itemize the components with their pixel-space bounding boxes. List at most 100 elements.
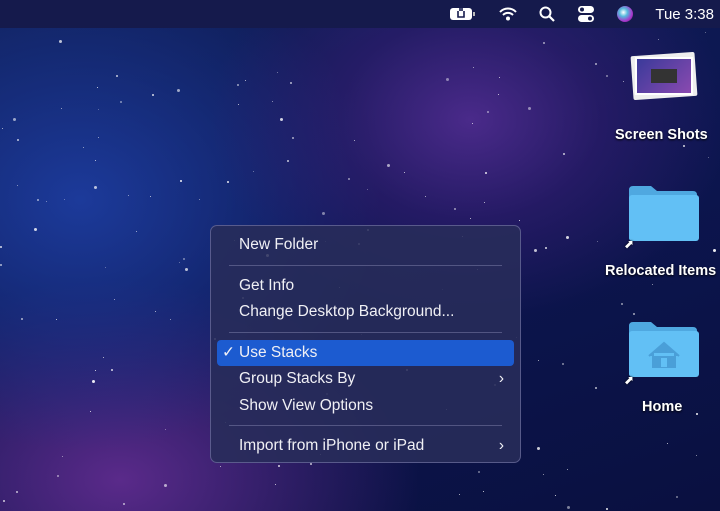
star (15, 490, 18, 493)
star (367, 188, 369, 190)
star (46, 200, 48, 202)
clock[interactable]: Tue 3:38 (655, 6, 714, 23)
star (543, 41, 546, 44)
checkmark-icon: ✓ (222, 343, 235, 361)
star (97, 137, 99, 139)
control-center-icon[interactable] (577, 5, 595, 23)
menu-item-group-stacks-by[interactable]: Group Stacks By › (217, 366, 514, 393)
star (136, 231, 138, 233)
star (275, 484, 277, 486)
star (184, 268, 188, 272)
star (16, 138, 19, 141)
spotlight-search-icon[interactable] (539, 6, 556, 22)
star (237, 103, 239, 105)
menu-separator (229, 425, 502, 426)
star (676, 495, 679, 498)
star (482, 491, 484, 493)
star (473, 66, 475, 68)
star (280, 118, 284, 122)
star (165, 428, 167, 430)
menu-bar: Tue 3:38 (0, 0, 720, 28)
star (94, 370, 96, 372)
star (244, 80, 246, 82)
star (0, 246, 3, 249)
menu-item-label: New Folder (239, 236, 319, 253)
menu-separator (229, 264, 502, 266)
star (151, 94, 154, 97)
menu-item-get-info[interactable]: Get Info (217, 273, 514, 300)
star (0, 263, 3, 266)
star (594, 386, 597, 389)
chevron-right-icon: › (498, 437, 504, 454)
menu-item-use-stacks[interactable]: ✓ Use Stacks (217, 339, 514, 366)
star (561, 362, 564, 365)
star (497, 94, 499, 96)
star (91, 379, 95, 383)
star (13, 117, 17, 121)
battery-charging-icon[interactable] (449, 6, 477, 22)
star (446, 77, 450, 81)
star (198, 199, 200, 201)
menu-item-show-view-options[interactable]: Show View Options (217, 393, 514, 420)
star (683, 145, 686, 148)
star (562, 152, 565, 155)
menu-item-import-from-iphone[interactable]: Import from iPhone or iPad › (217, 433, 514, 460)
star (163, 483, 167, 487)
star (623, 81, 625, 83)
star (322, 212, 326, 216)
star (708, 157, 710, 159)
star (347, 178, 350, 181)
star (291, 137, 294, 140)
star (542, 473, 544, 475)
star (58, 40, 62, 44)
star (176, 88, 180, 92)
menu-item-new-folder[interactable]: New Folder (217, 232, 514, 259)
star (272, 101, 274, 103)
star (458, 494, 460, 496)
star (169, 319, 171, 321)
star (179, 179, 182, 182)
star (83, 147, 85, 149)
menu-item-label: Import from iPhone or iPad (239, 437, 425, 454)
star (98, 109, 100, 110)
desktop-icon-label: Home (642, 399, 683, 415)
star (471, 123, 473, 125)
star (236, 84, 239, 87)
menu-item-label: Use Stacks (239, 343, 318, 361)
siri-icon[interactable] (617, 6, 634, 22)
desktop-icon-label: Relocated Items (605, 263, 717, 279)
menu-item-change-desktop-background[interactable]: Change Desktop Background... (217, 299, 514, 326)
star (537, 447, 541, 450)
star (485, 172, 488, 174)
star (104, 267, 106, 269)
star (150, 195, 152, 197)
star (544, 246, 547, 249)
star (713, 249, 717, 252)
menu-item-label: Show View Options (239, 396, 374, 414)
star (252, 170, 254, 172)
star (219, 465, 221, 467)
menu-item-label: Group Stacks By (239, 370, 356, 387)
alias-arrow-icon: ⬈ (624, 373, 635, 387)
desktop-icon-label: Screen Shots (615, 127, 708, 143)
star (657, 39, 659, 41)
star (103, 357, 105, 359)
star (182, 257, 185, 260)
star (386, 163, 390, 167)
chevron-right-icon: › (498, 370, 504, 387)
star (278, 464, 281, 467)
star (90, 410, 92, 412)
star (696, 455, 698, 457)
star (57, 474, 60, 477)
wifi-icon[interactable] (499, 7, 518, 21)
star (632, 312, 635, 315)
star (93, 186, 97, 190)
star (128, 195, 130, 197)
star (424, 195, 426, 197)
star (2, 499, 5, 502)
star (354, 140, 356, 142)
star (555, 494, 557, 496)
star (667, 442, 669, 444)
star (566, 469, 568, 471)
star (478, 471, 481, 474)
